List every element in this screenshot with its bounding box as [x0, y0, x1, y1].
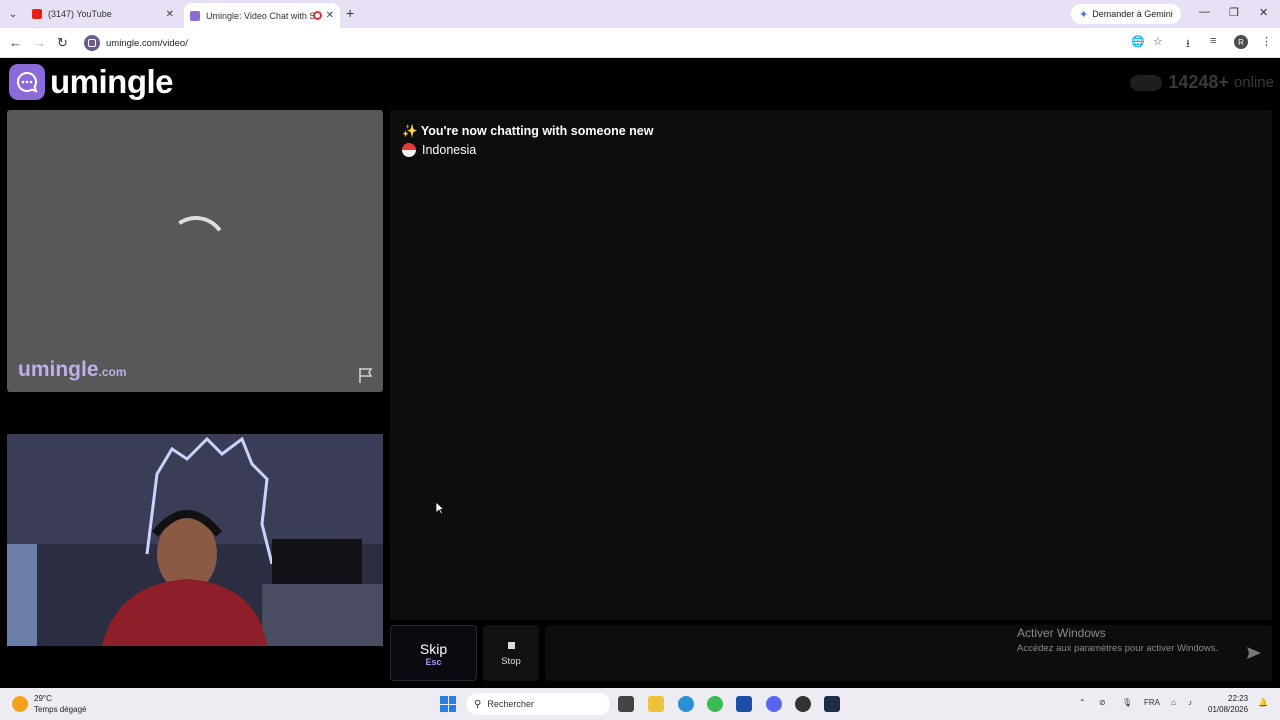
tab-title: (3147) YouTube — [48, 9, 112, 19]
obs-icon[interactable] — [824, 696, 840, 712]
online-count: 14248+ — [1168, 72, 1229, 92]
minimize-icon[interactable]: — — [1199, 6, 1210, 18]
online-counter: 14248+ online — [1130, 72, 1274, 93]
app-icon[interactable] — [795, 696, 811, 712]
video-watermark: umingle.com — [18, 358, 127, 382]
stranger-country: Indonesia — [402, 143, 476, 157]
umingle-page: umingle 14248+ online umingle.com ✨ You'… — [0, 58, 1280, 688]
microphone-icon[interactable]: 🎙 — [1122, 698, 1132, 707]
activation-subtitle: Accédez aux paramètres pour activer Wind… — [1017, 643, 1219, 654]
search-placeholder: Rechercher — [487, 699, 534, 709]
stop-square-icon — [507, 642, 515, 649]
chat-panel: ✨ You're now chatting with someone new I… — [390, 110, 1272, 620]
country-name: Indonesia — [422, 143, 477, 157]
gemini-label: Demander à Gemini — [1092, 9, 1173, 19]
mouse-cursor-icon — [435, 501, 445, 515]
temperature: 29°C — [34, 694, 52, 703]
url-bar[interactable]: umingle.com/video/ — [80, 32, 1120, 54]
notification-bell-icon[interactable]: 🔔 — [1258, 698, 1268, 707]
self-webcam-video — [7, 434, 383, 646]
report-flag-icon[interactable] — [357, 366, 375, 384]
network-icon[interactable]: ⊘ — [1099, 698, 1106, 707]
close-icon[interactable]: ✕ — [326, 10, 334, 21]
watermark-text: umingle — [18, 358, 99, 381]
windows-taskbar: 29°C Temps dégagé ⚲ Rechercher ⌃ ⊘ 🎙 FRA… — [0, 688, 1280, 720]
indonesia-flag-icon — [402, 143, 416, 157]
loading-spinner-icon — [160, 211, 232, 283]
online-label: online — [1233, 74, 1274, 91]
skip-label: Skip — [419, 641, 448, 657]
bookmark-star-icon[interactable]: ☆ — [1153, 35, 1163, 48]
activation-title: Activer Windows — [1017, 626, 1106, 640]
skip-button[interactable]: Skip Esc — [390, 625, 477, 681]
task-view-icon[interactable] — [618, 696, 634, 712]
profile-avatar[interactable]: R — [1234, 35, 1248, 49]
stop-button[interactable]: Stop — [483, 625, 539, 681]
back-arrow-icon[interactable]: ← — [9, 35, 22, 50]
youtube-icon — [32, 9, 42, 19]
media-control-icon[interactable]: ≡ — [1210, 35, 1216, 47]
tab-title: Umingle: Video Chat with S — [206, 10, 316, 21]
tab-search-chevron-icon[interactable]: ⌄ — [0, 0, 26, 28]
browser-tab-bar: ⌄ (3147) YouTube ✕ Umingle: Video Chat w… — [0, 0, 1280, 28]
tab-umingle[interactable]: Umingle: Video Chat with S ✕ — [184, 3, 340, 28]
translate-icon[interactable]: 🌐 — [1131, 35, 1145, 48]
status-text: You're now chatting with someone new — [420, 124, 654, 138]
chrome-icon[interactable] — [707, 696, 723, 712]
wifi-icon[interactable]: ⌂ — [1171, 698, 1176, 707]
close-icon[interactable]: ✕ — [166, 9, 174, 20]
stranger-video-panel: umingle.com — [7, 110, 383, 392]
edge-icon[interactable] — [678, 696, 694, 712]
download-icon[interactable]: ⭳ — [1186, 35, 1190, 54]
sun-icon — [12, 696, 28, 712]
tray-chevron-icon[interactable]: ⌃ — [1079, 698, 1086, 707]
gemini-button[interactable]: ✦ Demander à Gemini — [1071, 4, 1181, 24]
volume-icon[interactable]: ♪ — [1188, 698, 1192, 707]
site-logo[interactable]: umingle — [9, 63, 174, 101]
restore-icon[interactable]: ❐ — [1229, 6, 1239, 19]
reload-icon[interactable]: ↻ — [57, 35, 68, 51]
url-text: umingle.com/video/ — [106, 37, 188, 49]
gemini-sparkle-icon: ✦ — [1079, 8, 1089, 21]
watermark-suffix: .com — [98, 365, 127, 379]
address-toolbar: ← → ↻ umingle.com/video/ 🌐 ☆ ⭳ ≡ ⋮ — [0, 28, 1280, 58]
logo-text: umingle — [50, 63, 174, 100]
stop-label: Stop — [501, 656, 521, 667]
system-clock[interactable]: 22:23 01/08/2026 — [1208, 693, 1248, 715]
tab-youtube[interactable]: (3147) YouTube ✕ — [26, 3, 180, 25]
site-info-icon[interactable] — [84, 35, 100, 51]
more-menu-icon[interactable]: ⋮ — [1261, 35, 1272, 48]
weather-widget[interactable]: 29°C Temps dégagé — [12, 693, 86, 715]
clock-time: 22:23 — [1228, 694, 1249, 703]
clock-date: 01/08/2026 — [1208, 705, 1249, 714]
umingle-icon — [190, 10, 200, 21]
skip-hotkey: Esc — [425, 657, 442, 667]
close-window-icon[interactable]: ✕ — [1259, 6, 1268, 19]
discord-icon[interactable] — [766, 696, 782, 712]
sparkle-icon: ✨ — [402, 124, 418, 138]
weather-condition: Temps dégagé — [34, 705, 87, 714]
store-icon[interactable] — [736, 696, 752, 712]
taskbar-search[interactable]: ⚲ Rechercher — [466, 693, 610, 715]
search-icon: ⚲ — [474, 698, 482, 710]
new-tab-plus-icon[interactable]: + — [346, 5, 354, 21]
chat-bubble-icon — [9, 64, 45, 100]
recording-icon — [313, 11, 322, 20]
send-icon[interactable] — [1246, 645, 1262, 661]
windows-start-icon[interactable] — [440, 696, 456, 712]
forward-arrow-icon[interactable]: → — [33, 35, 46, 50]
language-indicator[interactable]: FRA — [1144, 698, 1160, 707]
file-explorer-icon[interactable] — [648, 696, 664, 712]
theme-toggle[interactable] — [1130, 74, 1163, 91]
chat-status-message: ✨ You're now chatting with someone new — [402, 124, 653, 139]
windows-activation-watermark: Activer Windows Accédez aux paramètres p… — [1017, 626, 1218, 654]
